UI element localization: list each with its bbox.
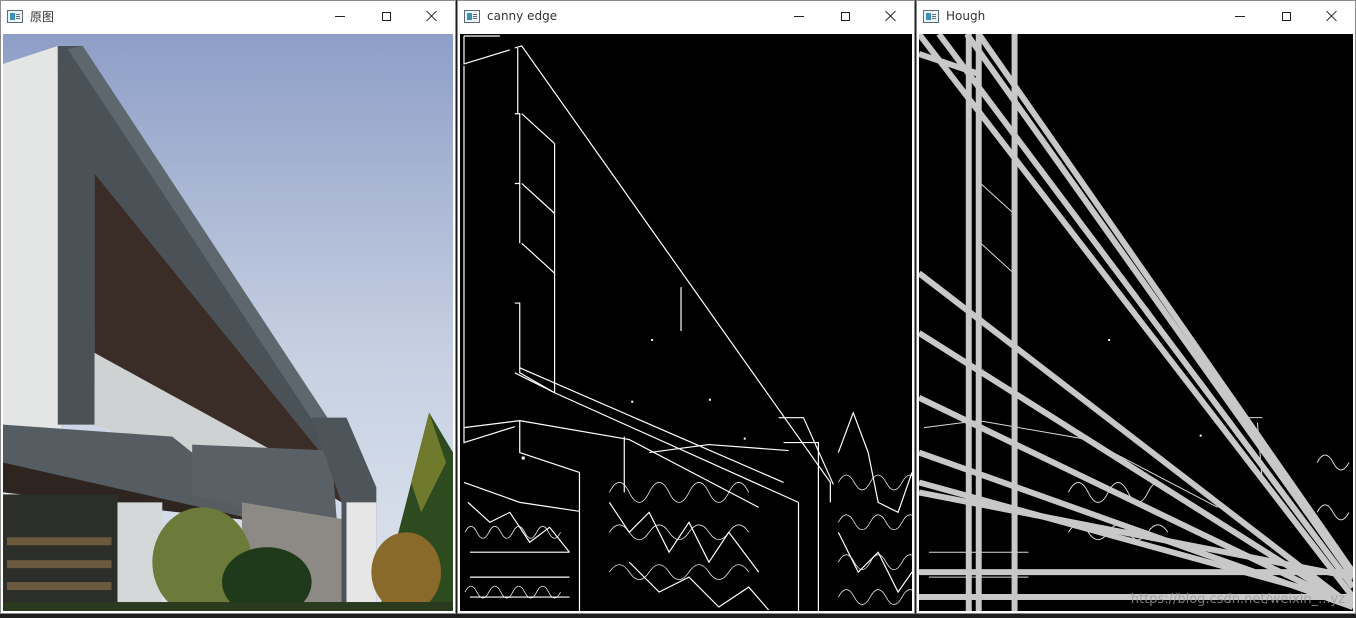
maximize-icon [1281,11,1291,21]
close-icon [1326,10,1338,22]
maximize-icon [381,11,391,21]
close-icon [885,10,897,22]
window-title: canny edge [487,9,558,23]
maximize-button[interactable] [363,1,409,31]
app-icon [923,9,939,23]
minimize-icon [335,15,345,17]
window-canny-edge[interactable]: canny edge [457,0,915,614]
app-icon [464,9,480,23]
close-button[interactable] [409,1,455,31]
window-hough[interactable]: Hough https://blog.csdn.net/weixin_...yz [916,0,1356,614]
watermark-text: https://blog.csdn.net/weixin_...yz [1130,592,1345,607]
maximize-button[interactable] [822,1,868,31]
image-canvas-original [3,34,453,611]
minimize-button[interactable] [1217,1,1263,31]
titlebar[interactable]: canny edge [458,1,914,31]
minimize-icon [794,15,804,17]
image-canvas-canny [460,34,912,611]
close-icon [426,10,438,22]
image-canvas-hough: https://blog.csdn.net/weixin_...yz [919,34,1353,611]
maximize-icon [840,11,850,21]
minimize-button[interactable] [317,1,363,31]
close-button[interactable] [1309,1,1355,31]
hough-lines [919,34,1353,611]
titlebar[interactable]: Hough [917,1,1355,31]
close-button[interactable] [868,1,914,31]
window-title: 原图 [30,9,55,24]
photo-building [3,34,453,611]
minimize-icon [1235,15,1245,17]
titlebar[interactable]: 原图 [1,1,455,31]
app-icon [7,9,23,23]
window-original[interactable]: 原图 [0,0,456,614]
window-title: Hough [946,9,986,23]
minimize-button[interactable] [776,1,822,31]
maximize-button[interactable] [1263,1,1309,31]
edge-map [460,34,912,611]
